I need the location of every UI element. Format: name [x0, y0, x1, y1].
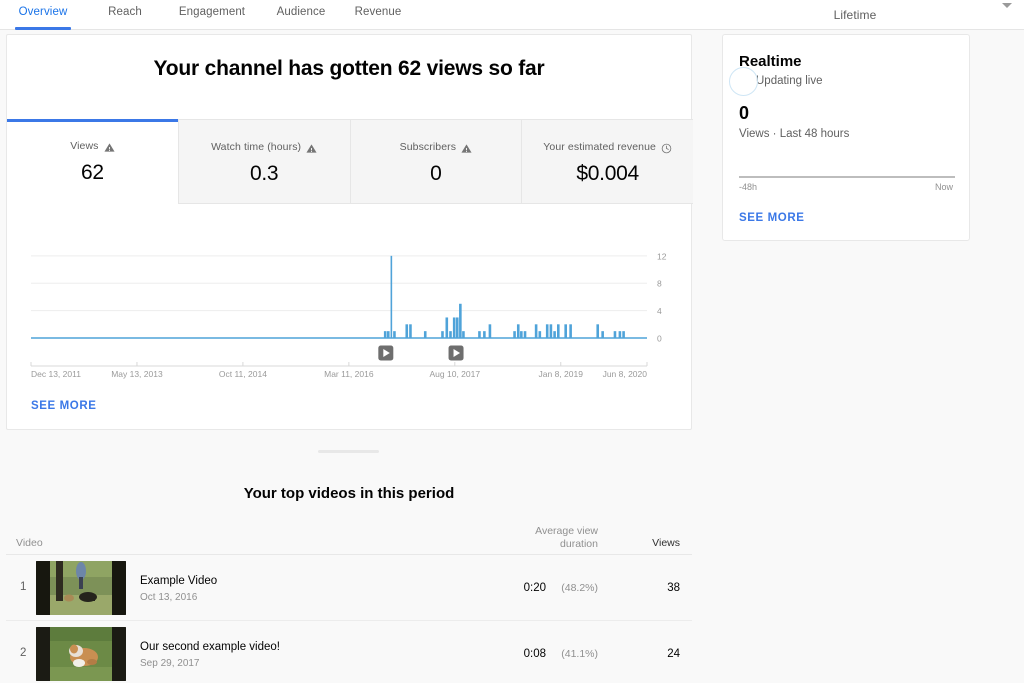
- metric-card-views[interactable]: Views 62: [7, 119, 179, 204]
- views-over-time-chart[interactable]: 0 4 8 12 Dec 13, 2011 May 13, 2013 Oct 11, 201…: [7, 235, 693, 385]
- metric-card-estimated-revenue[interactable]: Your estimated revenue $0.004: [522, 119, 693, 204]
- video-marker-icon[interactable]: [378, 345, 394, 361]
- live-dot-ring: [729, 66, 758, 96]
- warning-triangle-icon: [103, 142, 115, 153]
- tab-overview-label: Overview: [18, 6, 68, 18]
- metric-cards: Views 62 Watch time (hours) 0.3 Subscrib…: [7, 119, 693, 204]
- metric-watch-time-text: Watch time (hours): [211, 141, 302, 153]
- tab-reach-label: Reach: [108, 6, 142, 18]
- metric-card-subscribers[interactable]: Subscribers 0: [350, 119, 523, 204]
- video-marker-icon[interactable]: [448, 345, 464, 361]
- tab-reach[interactable]: Reach: [91, 0, 159, 30]
- svg-text:Oct 11, 2014: Oct 11, 2014: [219, 369, 267, 379]
- svg-text:8: 8: [657, 279, 662, 289]
- realtime-live-status: Updating live: [729, 66, 823, 96]
- realtime-axis-start-label: -48h: [739, 182, 758, 192]
- video-publish-date: Sep 29, 2017: [140, 658, 200, 669]
- svg-text:May 13, 2013: May 13, 2013: [111, 369, 163, 379]
- tab-engagement-label: Engagement: [178, 6, 246, 18]
- video-thumbnail[interactable]: [36, 627, 126, 681]
- live-dot-icon: [729, 66, 758, 96]
- chart-canvas[interactable]: 0 4 8 12 Dec 13, 2011 May 13, 2013 Oct 11, 201…: [7, 235, 693, 385]
- metric-card-views-label: Views: [70, 140, 115, 153]
- metric-card-estimated-revenue-value: $0.004: [576, 162, 639, 185]
- overview-card: Your channel has gotten 62 views so far …: [6, 34, 693, 430]
- video-title: Our second example video!: [140, 641, 280, 653]
- realtime-views-subtitle: Views · Last 48 hours: [739, 128, 850, 140]
- chevron-down-icon[interactable]: [1002, 3, 1012, 8]
- table-row[interactable]: 1 Example Video Oct 13, 2016 0:20 (48.2%…: [6, 555, 692, 621]
- realtime-sparkline-baseline: [739, 176, 955, 178]
- realtime-axis-end-label: Now: [934, 182, 953, 192]
- table-row[interactable]: 2 Our second example video! Sep 29, 2017…: [6, 621, 692, 683]
- svg-text:12: 12: [657, 251, 667, 261]
- top-videos-title: Your top videos in this period: [243, 485, 455, 502]
- tab-audience-label: Audience: [276, 6, 326, 18]
- metric-card-watch-time-label: Watch time (hours): [211, 141, 317, 153]
- video-rank: 2: [20, 647, 27, 659]
- section-divider: [318, 450, 379, 453]
- video-average-view-percentage: (41.1%): [561, 648, 598, 660]
- column-header-average-view-duration: Average view duration: [488, 525, 598, 551]
- svg-text:4: 4: [657, 306, 662, 316]
- video-title: Example Video: [140, 575, 218, 587]
- tab-overview[interactable]: Overview: [9, 0, 77, 30]
- warning-triangle-icon: [306, 143, 317, 154]
- tab-revenue[interactable]: Revenue: [343, 0, 413, 30]
- chart-see-more-link[interactable]: SEE MORE: [31, 400, 97, 412]
- table-header-row: Video Average view duration Views: [6, 523, 692, 555]
- metric-card-watch-time[interactable]: Watch time (hours) 0.3: [178, 119, 351, 204]
- video-publish-date: Oct 13, 2016: [140, 592, 198, 603]
- tab-revenue-label: Revenue: [354, 6, 402, 18]
- metric-card-watch-time-value: 0.3: [249, 162, 279, 185]
- clock-icon: [661, 143, 672, 154]
- tab-audience[interactable]: Audience: [265, 0, 337, 30]
- svg-text:Dec 13, 2011: Dec 13, 2011: [31, 369, 81, 379]
- tab-engagement[interactable]: Engagement: [167, 0, 257, 30]
- svg-text:Jan 8, 2019: Jan 8, 2019: [539, 369, 584, 379]
- realtime-card: Realtime Updating live 0 Views · Last 48…: [722, 34, 970, 241]
- tab-active-underline: [15, 27, 71, 30]
- svg-text:Mar 11, 2016: Mar 11, 2016: [324, 369, 374, 379]
- svg-text:Aug 10, 2017: Aug 10, 2017: [430, 369, 481, 379]
- video-views: 38: [667, 582, 680, 594]
- video-average-view-duration: 0:20: [523, 582, 546, 594]
- video-rank: 1: [20, 581, 27, 593]
- column-header-avd-line1: Average view: [535, 525, 598, 537]
- video-average-view-percentage: (48.2%): [561, 582, 598, 594]
- realtime-live-text: Updating live: [756, 75, 823, 87]
- analytics-tabs: Overview Reach Engagement Audience Reven…: [0, 0, 413, 30]
- column-header-avd-line2: duration: [560, 538, 598, 550]
- metric-views-text: Views: [70, 140, 99, 152]
- top-videos-table: Video Average view duration Views 1 Exam…: [6, 523, 692, 683]
- svg-text:0: 0: [657, 334, 662, 344]
- warning-triangle-icon: [461, 143, 472, 154]
- metric-subscribers-text: Subscribers: [399, 141, 457, 153]
- date-range-selector[interactable]: Lifetime: [740, 4, 970, 26]
- metric-card-subscribers-value: 0: [430, 162, 442, 185]
- metric-card-estimated-revenue-label: Your estimated revenue: [543, 141, 672, 153]
- metric-estimated-revenue-text: Your estimated revenue: [543, 141, 656, 153]
- video-thumbnail[interactable]: [36, 561, 126, 615]
- top-navigation-bar: Overview Reach Engagement Audience Reven…: [0, 0, 1024, 30]
- date-range-label: Lifetime: [833, 8, 877, 22]
- realtime-see-more-link[interactable]: SEE MORE: [739, 212, 805, 224]
- column-header-views: Views: [652, 537, 680, 549]
- column-header-video: Video: [16, 537, 43, 549]
- video-average-view-duration: 0:08: [523, 648, 546, 660]
- realtime-views-value: 0: [739, 103, 750, 123]
- page-title: Your channel has gotten 62 views so far: [153, 57, 545, 80]
- metric-card-subscribers-label: Subscribers: [400, 141, 473, 153]
- metric-card-views-value: 62: [80, 161, 104, 184]
- svg-text:Jun 8, 2020: Jun 8, 2020: [603, 369, 648, 379]
- video-views: 24: [667, 648, 680, 660]
